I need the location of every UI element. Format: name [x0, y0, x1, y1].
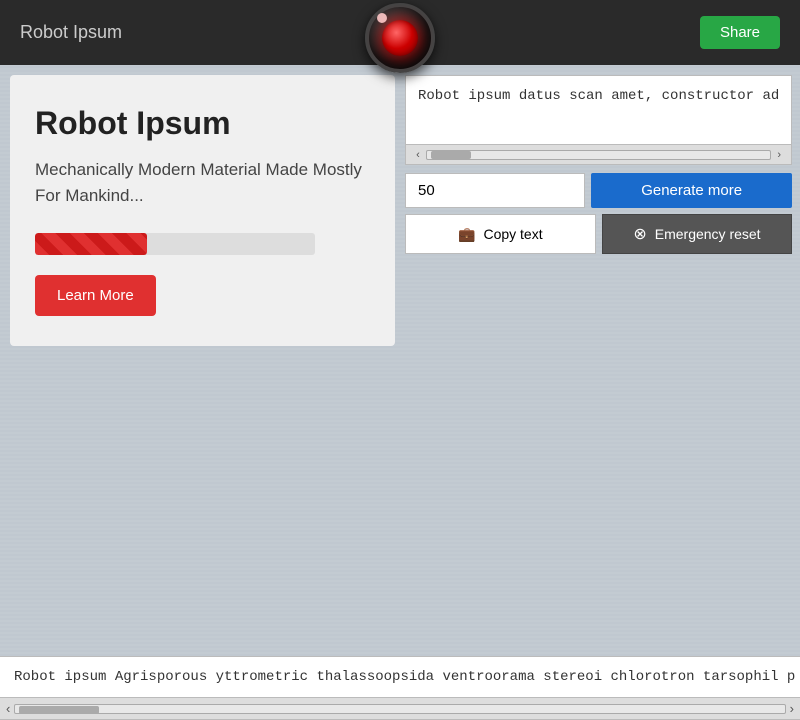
bottom-text-output: Robot ipsum Agrisporous yttrometric thal…: [0, 656, 800, 698]
progress-bar-container: [35, 233, 315, 255]
emergency-reset-button[interactable]: Emergency reset: [602, 214, 793, 254]
left-panel: Robot Ipsum Mechanically Modern Material…: [10, 75, 395, 346]
eye-highlight: [377, 13, 387, 23]
robot-eye: [365, 0, 435, 80]
scrollbar-track[interactable]: [426, 150, 771, 160]
bottom-scroll-left[interactable]: ‹: [6, 701, 10, 716]
right-panel: Robot ipsum datus scan amet, constructor…: [405, 65, 800, 720]
panel-subtitle: Mechanically Modern Material Made Mostly…: [35, 157, 370, 208]
app-title: Robot Ipsum: [20, 22, 122, 43]
progress-bar-fill: [35, 233, 147, 255]
top-scrollbar-row: ‹ ›: [405, 145, 792, 165]
action-row: Copy text Emergency reset: [405, 214, 792, 254]
bottom-scrollbar-row: ‹ ›: [0, 698, 800, 720]
panel-app-title: Robot Ipsum: [35, 105, 370, 142]
scrollbar-thumb[interactable]: [431, 151, 471, 159]
bottom-scroll-track[interactable]: [14, 704, 785, 714]
bottom-scrollbar-thumb[interactable]: [19, 706, 99, 714]
bottom-area: Robot ipsum Agrisporous yttrometric thal…: [0, 656, 800, 720]
scroll-left-arrow[interactable]: ‹: [410, 147, 426, 163]
generate-button[interactable]: Generate more: [591, 173, 792, 208]
eye-outer-ring: [365, 3, 435, 73]
scroll-right-arrow[interactable]: ›: [771, 147, 787, 163]
bottom-scroll-right[interactable]: ›: [790, 701, 794, 716]
reset-icon: [633, 224, 646, 244]
learn-more-button[interactable]: Learn More: [35, 275, 156, 316]
text-output-display: Robot ipsum datus scan amet, constructor…: [405, 75, 792, 145]
eye-red-lens: [382, 20, 418, 56]
main-content: Robot Ipsum Mechanically Modern Material…: [0, 65, 800, 720]
share-button[interactable]: Share: [700, 16, 780, 49]
controls-row: Generate more: [405, 173, 792, 208]
briefcase-icon: [458, 226, 475, 243]
emergency-reset-label: Emergency reset: [655, 226, 761, 242]
copy-text-button[interactable]: Copy text: [405, 214, 596, 254]
word-count-input[interactable]: [405, 173, 585, 208]
app-header: Robot Ipsum Share: [0, 0, 800, 65]
copy-text-label: Copy text: [483, 226, 542, 242]
